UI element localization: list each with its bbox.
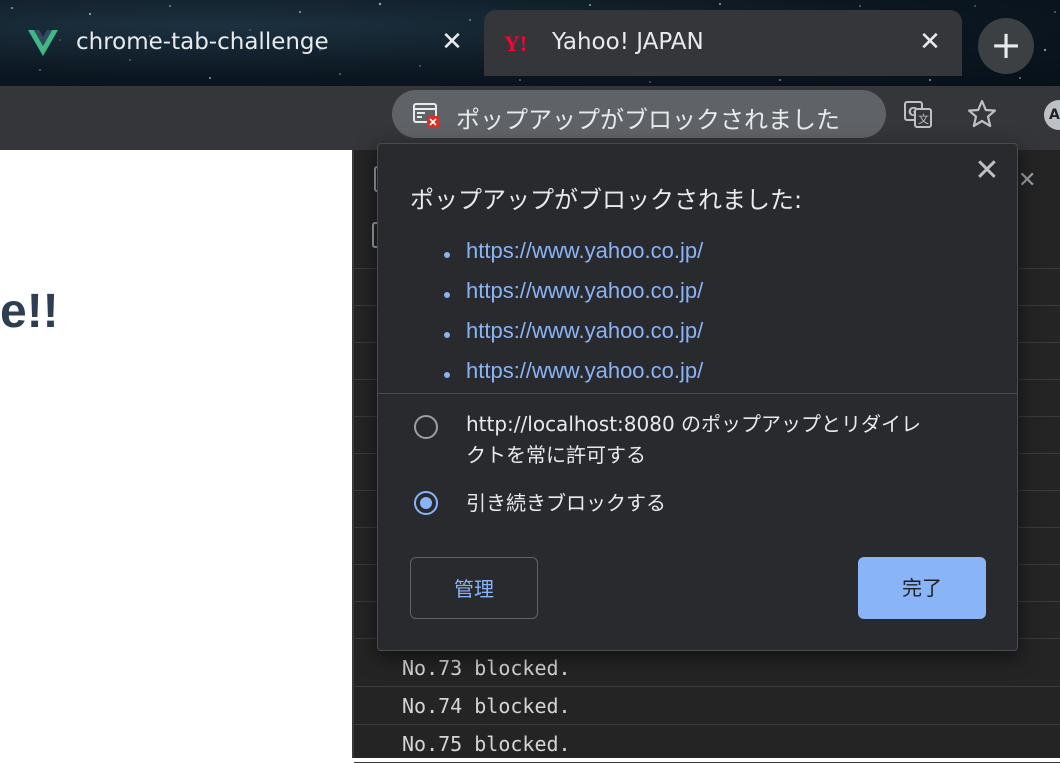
console-row: No.73 blocked. bbox=[354, 650, 1060, 687]
yahoo-logo-icon: Y! bbox=[504, 31, 527, 56]
tab-chrome-tab-challenge[interactable]: chrome-tab-challenge ✕ bbox=[8, 10, 482, 76]
console-row: No.74 blocked. bbox=[354, 688, 1060, 725]
console-message: No.73 blocked. bbox=[402, 656, 571, 680]
blocked-url-link[interactable]: https://www.yahoo.co.jp/ bbox=[466, 238, 703, 264]
radio-keep-blocking-label[interactable]: 引き続きブロックする bbox=[466, 488, 666, 519]
console-message: No.75 blocked. bbox=[402, 732, 571, 756]
popup-blocked-dialog: ✕ ポップアップがブロックされました: https://www.yahoo.co… bbox=[377, 143, 1018, 651]
tab-strip: chrome-tab-challenge ✕ Y! Yahoo! JAPAN ✕… bbox=[0, 0, 1060, 86]
tab-title: chrome-tab-challenge bbox=[76, 29, 329, 55]
manage-button[interactable]: 管理 bbox=[410, 557, 538, 619]
omnibox: ポップアップがブロックされました G 文 bbox=[0, 86, 1020, 150]
blocked-url-link[interactable]: https://www.yahoo.co.jp/ bbox=[466, 278, 703, 304]
radio-keep-blocking[interactable] bbox=[414, 491, 438, 515]
console-row: No.75 blocked. bbox=[354, 726, 1060, 763]
radio-always-allow-label[interactable]: http://localhost:8080 のポップアップとリダイレ クトを常に… bbox=[466, 409, 921, 471]
done-button[interactable]: 完了 bbox=[858, 557, 986, 619]
page-heading: e!! bbox=[0, 285, 59, 338]
tab-title: Yahoo! JAPAN bbox=[552, 29, 704, 55]
radio-label-line: http://localhost:8080 のポップアップとリダイレ bbox=[466, 412, 922, 436]
close-icon[interactable]: ✕ bbox=[972, 156, 1002, 186]
radio-always-allow[interactable] bbox=[414, 415, 438, 439]
bookmark-star-icon[interactable] bbox=[966, 98, 998, 130]
svg-text:Y!: Y! bbox=[504, 31, 527, 56]
new-tab-button[interactable]: + bbox=[978, 18, 1034, 74]
profile-avatar[interactable]: A bbox=[1044, 100, 1060, 130]
tab-yahoo-japan[interactable]: Y! Yahoo! JAPAN ✕ bbox=[484, 10, 962, 76]
popup-blocked-chip[interactable]: ポップアップがブロックされました bbox=[392, 90, 886, 138]
popup-blocked-label: ポップアップがブロックされました bbox=[456, 106, 840, 134]
radio-label-line: クトを常に許可する bbox=[466, 443, 646, 467]
divider bbox=[378, 393, 1017, 394]
blocked-url-link[interactable]: https://www.yahoo.co.jp/ bbox=[466, 358, 703, 384]
dialog-title: ポップアップがブロックされました: bbox=[410, 186, 803, 214]
translate-icon[interactable]: G 文 bbox=[902, 98, 934, 130]
close-icon[interactable]: ✕ bbox=[1018, 168, 1036, 193]
blocked-url-link[interactable]: https://www.yahoo.co.jp/ bbox=[466, 318, 703, 344]
close-icon[interactable]: ✕ bbox=[916, 28, 944, 56]
page-content: e!! bbox=[0, 150, 352, 758]
bullet-icon bbox=[444, 332, 450, 338]
svg-text:文: 文 bbox=[918, 112, 929, 126]
console-message: No.74 blocked. bbox=[402, 694, 571, 718]
toolbar: ポップアップがブロックされました G 文 A bbox=[0, 86, 1060, 150]
close-icon[interactable]: ✕ bbox=[438, 28, 466, 56]
bullet-icon bbox=[444, 372, 450, 378]
popup-blocked-icon bbox=[413, 103, 439, 128]
vue-logo-icon bbox=[28, 30, 58, 56]
bullet-icon bbox=[444, 252, 450, 258]
bullet-icon bbox=[444, 292, 450, 298]
